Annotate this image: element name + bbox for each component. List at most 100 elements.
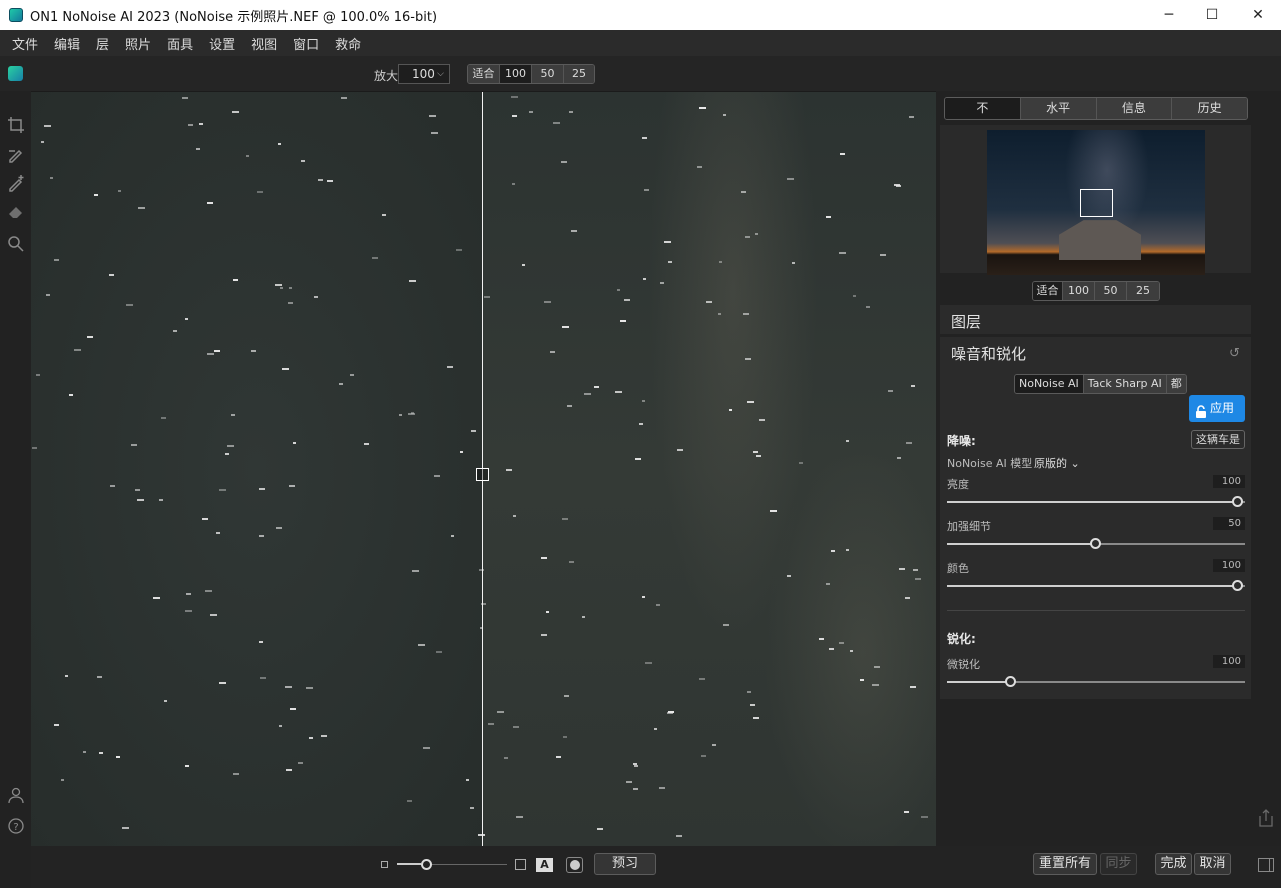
star: [186, 593, 191, 595]
tool-strip: ?: [0, 91, 31, 888]
star: [723, 114, 726, 116]
panel-toggle-icon[interactable]: [1258, 858, 1274, 872]
thumbnail-size-handle[interactable]: [421, 859, 432, 870]
star: [196, 148, 200, 150]
sync-button[interactable]: 同步: [1100, 853, 1137, 875]
preview-button[interactable]: 预习: [594, 853, 656, 875]
done-button[interactable]: 完成: [1155, 853, 1192, 875]
minimize-button[interactable]: ─: [1146, 0, 1192, 30]
star: [289, 287, 292, 289]
zoom-50-button[interactable]: 50: [532, 65, 564, 83]
slider-handle-sharpen[interactable]: [1005, 676, 1016, 687]
menu-view[interactable]: 视图: [243, 34, 285, 53]
navigator-viewport[interactable]: [1080, 189, 1113, 217]
compare-divider-handle[interactable]: [476, 468, 489, 481]
star: [219, 489, 226, 491]
maximize-button[interactable]: ☐: [1189, 0, 1235, 30]
star: [701, 755, 706, 757]
star: [745, 236, 750, 238]
close-button[interactable]: ✕: [1235, 0, 1281, 30]
nav-zoom-100-button[interactable]: 100: [1063, 282, 1095, 300]
star: [131, 444, 137, 446]
zoom-select[interactable]: 100 ⌵: [398, 64, 450, 84]
star: [829, 648, 834, 650]
eraser-icon[interactable]: [6, 203, 26, 223]
slider-value-detail[interactable]: 50: [1213, 517, 1245, 530]
star: [567, 405, 572, 407]
slider-value-sharpen[interactable]: 100: [1213, 655, 1245, 668]
menu-layer[interactable]: 层: [88, 34, 117, 53]
model-dropdown[interactable]: 原版的 ⌄: [1034, 455, 1080, 471]
model-nonoise-button[interactable]: NoNoise AI: [1015, 375, 1084, 393]
star: [522, 264, 525, 266]
star: [246, 155, 249, 157]
nav-zoom-25-button[interactable]: 25: [1127, 282, 1159, 300]
star: [511, 96, 518, 98]
slider-track-sharpen[interactable]: [947, 681, 1245, 683]
menu-edit[interactable]: 编辑: [46, 34, 88, 53]
tab-levels[interactable]: 水平: [1020, 98, 1097, 119]
auto-button[interactable]: 这辆车是: [1191, 430, 1245, 449]
menu-mask[interactable]: 面具: [159, 34, 201, 53]
mask-view-icon[interactable]: [566, 857, 583, 873]
star: [504, 757, 508, 759]
star: [723, 624, 729, 626]
model-both-button[interactable]: 都: [1166, 375, 1186, 393]
slider-value-brightness[interactable]: 100: [1213, 475, 1245, 488]
browse-icon[interactable]: [8, 66, 23, 81]
brush-icon[interactable]: [6, 145, 26, 165]
tab-none[interactable]: 不: [945, 98, 1021, 119]
slider-track-color[interactable]: [947, 585, 1245, 587]
magnifier-icon[interactable]: [6, 234, 26, 254]
thumbnail-large-icon[interactable]: [515, 859, 526, 870]
brush-plus-icon[interactable]: [6, 174, 26, 194]
reset-all-button[interactable]: 重置所有: [1033, 853, 1097, 875]
tab-history[interactable]: 历史: [1172, 98, 1247, 119]
slider-track-brightness[interactable]: [947, 501, 1245, 503]
menu-settings[interactable]: 设置: [201, 34, 243, 53]
star: [747, 401, 754, 403]
star: [488, 723, 494, 725]
slider-handle-detail[interactable]: [1090, 538, 1101, 549]
menu-file[interactable]: 文件: [4, 34, 46, 53]
star: [122, 827, 129, 829]
thumbnail-size-slider[interactable]: [397, 859, 507, 870]
zoom-25-button[interactable]: 25: [564, 65, 594, 83]
image-canvas[interactable]: [31, 92, 936, 846]
menu-photo[interactable]: 照片: [117, 34, 159, 53]
star: [411, 412, 414, 414]
slider-value-color[interactable]: 100: [1213, 559, 1245, 572]
menu-window[interactable]: 窗口: [285, 34, 327, 53]
share-icon[interactable]: [1258, 809, 1274, 831]
slider-handle-brightness[interactable]: [1232, 496, 1243, 507]
window-title: ON1 NoNoise AI 2023 (NoNoise 示例照片.NEF @ …: [30, 9, 438, 25]
star: [306, 687, 313, 689]
star: [839, 642, 844, 644]
zoom-fit-button[interactable]: 适合: [468, 65, 500, 83]
tab-info[interactable]: 信息: [1096, 98, 1173, 119]
star: [516, 816, 523, 818]
thumbnail-small-icon[interactable]: [381, 861, 388, 868]
navigator-thumbnail[interactable]: [987, 130, 1205, 275]
text-overlay-icon[interactable]: A: [536, 858, 553, 872]
star: [697, 166, 702, 168]
user-icon[interactable]: [6, 786, 26, 806]
star: [582, 616, 585, 618]
star: [451, 535, 454, 537]
nav-zoom-50-button[interactable]: 50: [1095, 282, 1127, 300]
cancel-button[interactable]: 取消: [1194, 853, 1231, 875]
help-icon[interactable]: ?: [6, 817, 26, 837]
model-tacksharp-button[interactable]: Tack Sharp AI: [1083, 375, 1167, 393]
apply-button[interactable]: 应用: [1189, 395, 1245, 422]
nav-zoom-fit-button[interactable]: 适合: [1033, 282, 1063, 300]
star: [872, 684, 879, 686]
crop-icon[interactable]: [6, 116, 26, 136]
reset-icon[interactable]: ↺: [1229, 346, 1240, 361]
slider-handle-color[interactable]: [1232, 580, 1243, 591]
star: [276, 527, 282, 529]
menu-help[interactable]: 救命: [327, 34, 369, 53]
star: [210, 614, 217, 616]
layers-section[interactable]: 图层: [940, 305, 1251, 334]
star: [911, 385, 915, 387]
zoom-100-button[interactable]: 100: [500, 65, 532, 83]
